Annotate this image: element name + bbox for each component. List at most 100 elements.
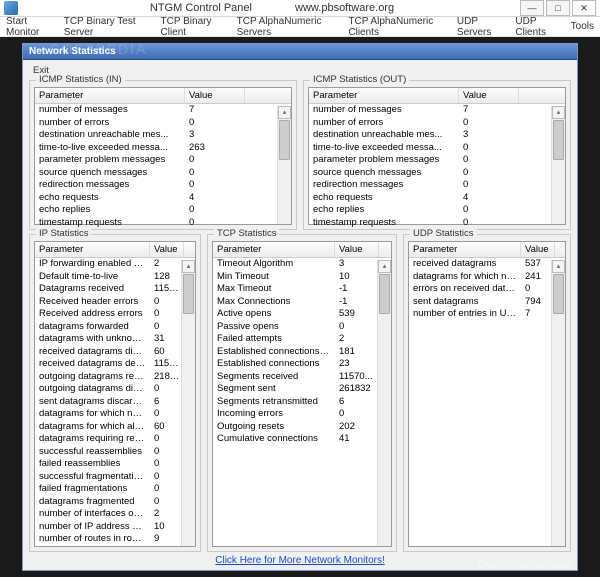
list-row[interactable]: datagrams for which all frag... 60 [35, 421, 195, 434]
col-value[interactable]: Value [150, 242, 184, 257]
list-row[interactable]: Timeout Algorithm 3 [213, 258, 391, 271]
cell-value: 0 [459, 167, 519, 180]
icmp-out-list[interactable]: Parameter Value number of messages 7 num… [308, 87, 566, 225]
col-value[interactable]: Value [185, 88, 245, 103]
list-row[interactable]: number of entries in UDP list... 7 [409, 308, 565, 321]
list-row[interactable]: number of routes in routing ta... 9 [35, 533, 195, 546]
list-row[interactable]: time-to-live exceeded messa... 0 [309, 142, 565, 155]
col-parameter[interactable]: Parameter [35, 88, 185, 103]
list-row[interactable]: source quench messages 0 [35, 167, 291, 180]
list-row[interactable]: sent datagrams discarded 6 [35, 396, 195, 409]
list-row[interactable]: Default time-to-live 128 [35, 271, 195, 284]
scrollbar[interactable]: ▴ [551, 106, 565, 224]
list-row[interactable]: sent datagrams 794 [409, 296, 565, 309]
list-row[interactable]: number of messages 7 [309, 104, 565, 117]
scroll-thumb[interactable] [553, 120, 564, 160]
scroll-thumb[interactable] [183, 274, 194, 314]
list-row[interactable]: successful reassemblies 0 [35, 446, 195, 459]
list-row[interactable]: redirection messages 0 [309, 179, 565, 192]
list-row[interactable]: Max Timeout -1 [213, 283, 391, 296]
list-row[interactable]: number of errors 0 [35, 117, 291, 130]
list-row[interactable]: Received header errors 0 [35, 296, 195, 309]
list-row[interactable]: parameter problem messages 0 [35, 154, 291, 167]
list-row[interactable]: Max Connections -1 [213, 296, 391, 309]
list-row[interactable]: Received address errors 0 [35, 308, 195, 321]
menu-tcp-alpha-clients[interactable]: TCP AlphaNumeric Clients [348, 16, 447, 38]
close-button[interactable]: ✕ [572, 0, 596, 16]
list-row[interactable]: echo replies 0 [35, 204, 291, 217]
list-row[interactable]: successful fragmentations 0 [35, 471, 195, 484]
minimize-button[interactable]: — [520, 0, 544, 16]
list-row[interactable]: number of errors 0 [309, 117, 565, 130]
list-row[interactable]: Established connections reset 181 [213, 346, 391, 359]
list-row[interactable]: source quench messages 0 [309, 167, 565, 180]
list-row[interactable]: echo requests 4 [309, 192, 565, 205]
list-row[interactable]: Active opens 539 [213, 308, 391, 321]
list-row[interactable]: failed fragmentations 0 [35, 483, 195, 496]
scroll-up-icon[interactable]: ▴ [278, 106, 291, 119]
ip-list[interactable]: Parameter Value IP forwarding enabled or… [34, 241, 196, 547]
list-row[interactable]: datagrams for which no route 0 [35, 408, 195, 421]
list-row[interactable]: datagrams for which no port 241 [409, 271, 565, 284]
menu-tcp-binary-client[interactable]: TCP Binary Client [161, 16, 227, 38]
list-row[interactable]: number of messages 7 [35, 104, 291, 117]
scroll-up-icon[interactable]: ▴ [552, 106, 565, 119]
list-row[interactable]: redirection messages 0 [35, 179, 291, 192]
list-row[interactable]: Segment sent 261832 [213, 383, 391, 396]
menu-tools[interactable]: Tools [571, 21, 594, 32]
list-row[interactable]: outgoing datagrams requested 218614 [35, 371, 195, 384]
menu-tcp-alpha-servers[interactable]: TCP AlphaNumeric Servers [237, 16, 339, 38]
col-value[interactable]: Value [459, 88, 519, 103]
list-row[interactable]: number of interfaces on com... 2 [35, 508, 195, 521]
list-row[interactable]: destination unreachable mes... 3 [309, 129, 565, 142]
list-row[interactable]: time-to-live exceeded messa... 263 [35, 142, 291, 155]
maximize-button[interactable]: □ [546, 0, 570, 16]
list-row[interactable]: outgoing datagrams discarded 0 [35, 383, 195, 396]
icmp-in-list[interactable]: Parameter Value number of messages 7 num… [34, 87, 292, 225]
col-parameter[interactable]: Parameter [309, 88, 459, 103]
list-row[interactable]: received datagrams delivered 11578... [35, 358, 195, 371]
scrollbar[interactable]: ▴ [277, 106, 291, 224]
list-row[interactable]: datagrams forwarded 0 [35, 321, 195, 334]
list-row[interactable]: echo requests 4 [35, 192, 291, 205]
list-row[interactable]: Established connections 23 [213, 358, 391, 371]
list-row[interactable]: datagrams requiring reassembly 0 [35, 433, 195, 446]
list-row[interactable]: datagrams fragmented 0 [35, 496, 195, 509]
list-row[interactable]: Segments retransmitted 6 [213, 396, 391, 409]
col-value[interactable]: Value [521, 242, 555, 257]
list-row[interactable]: parameter problem messages 0 [309, 154, 565, 167]
menu-udp-servers[interactable]: UDP Servers [457, 16, 505, 38]
list-row[interactable]: Incoming errors 0 [213, 408, 391, 421]
col-parameter[interactable]: Parameter [213, 242, 335, 257]
scroll-thumb[interactable] [379, 274, 390, 314]
list-row[interactable]: Cumulative connections 41 [213, 433, 391, 446]
udp-list[interactable]: Parameter Value received datagrams 537 d… [408, 241, 566, 547]
scroll-thumb[interactable] [279, 120, 290, 160]
list-row[interactable]: datagrams with unknown pro... 31 [35, 333, 195, 346]
list-row[interactable]: Datagrams received 11576... [35, 283, 195, 296]
list-row[interactable]: Failed attempts 2 [213, 333, 391, 346]
list-row[interactable]: received datagrams discarded 60 [35, 346, 195, 359]
col-value[interactable]: Value [335, 242, 379, 257]
menu-udp-clients[interactable]: UDP Clients [515, 16, 560, 38]
list-row[interactable]: destination unreachable mes... 3 [35, 129, 291, 142]
list-row[interactable]: failed reassemblies 0 [35, 458, 195, 471]
list-row[interactable]: echo replies 0 [309, 204, 565, 217]
list-row[interactable]: number of IP address on com... 10 [35, 521, 195, 534]
scroll-up-icon[interactable]: ▴ [378, 260, 391, 273]
list-row[interactable]: Segments received 11570... [213, 371, 391, 384]
list-row[interactable]: IP forwarding enabled or disa... 2 [35, 258, 195, 271]
scroll-up-icon[interactable]: ▴ [552, 260, 565, 273]
col-parameter[interactable]: Parameter [409, 242, 521, 257]
list-row[interactable]: Min Timeout 10 [213, 271, 391, 284]
menu-tcp-binary-test-server[interactable]: TCP Binary Test Server [64, 16, 151, 38]
list-row[interactable]: errors on received datagrams 0 [409, 283, 565, 296]
col-parameter[interactable]: Parameter [35, 242, 150, 257]
list-row[interactable]: received datagrams 537 [409, 258, 565, 271]
tcp-list[interactable]: Parameter Value Timeout Algorithm 3 Min … [212, 241, 392, 547]
list-row[interactable]: Outgoing resets 202 [213, 421, 391, 434]
menu-start-monitor[interactable]: Start Monitor [6, 16, 54, 38]
scroll-thumb[interactable] [553, 274, 564, 314]
list-row[interactable]: Passive opens 0 [213, 321, 391, 334]
scroll-up-icon[interactable]: ▴ [182, 260, 195, 273]
